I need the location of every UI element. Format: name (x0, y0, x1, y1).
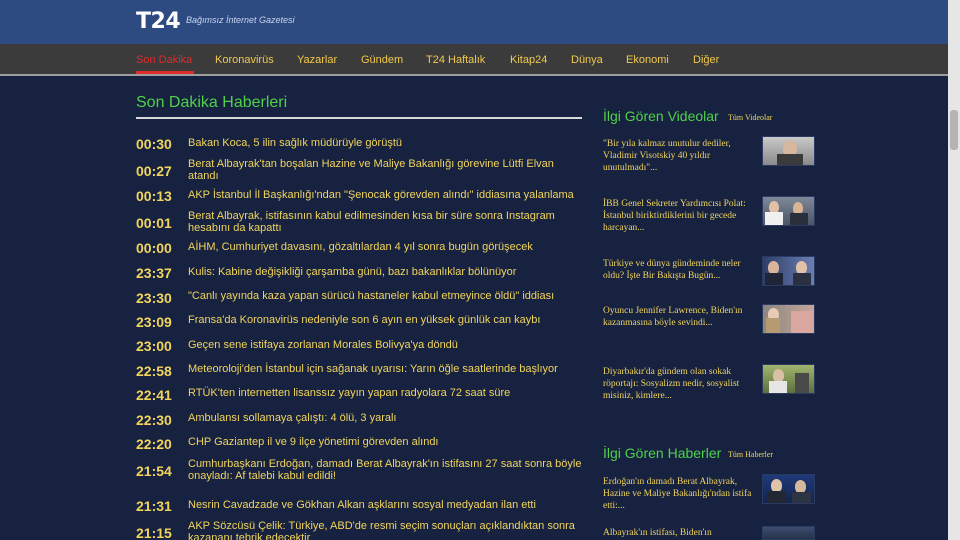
news-thumbnail[interactable] (762, 474, 815, 504)
video-item-text[interactable]: Oyuncu Jennifer Lawrence, Biden'ın kazan… (603, 305, 755, 329)
nav-item-yazarlar[interactable]: Yazarlar (297, 54, 337, 66)
video-thumbnail[interactable] (762, 136, 815, 166)
news-link[interactable]: Bakan Koca, 5 ilin sağlık müdürüyle görü… (188, 137, 582, 149)
nav-item-t24-haftalik[interactable]: T24 Haftalık (426, 54, 485, 66)
all-videos-link[interactable]: Tüm Videolar (728, 113, 772, 122)
news-thumbnail[interactable] (762, 526, 815, 540)
news-time: 00:30 (136, 136, 172, 152)
nav-item-gundem[interactable]: Gündem (361, 54, 403, 66)
site-header: T24 Bağımsız İnternet Gazetesi (0, 0, 948, 44)
breaking-news-title: Son Dakika Haberleri (136, 94, 288, 111)
nav-item-koronavirus[interactable]: Koronavirüs (215, 54, 274, 66)
title-divider (136, 117, 582, 119)
news-link[interactable]: RTÜK'ten internetten lisanssız yayın yap… (188, 387, 582, 399)
video-thumbnail[interactable] (762, 256, 815, 286)
news-link[interactable]: Geçen sene istifaya zorlanan Morales Bol… (188, 339, 582, 351)
news-link[interactable]: Cumhurbaşkanı Erdoğan, damadı Berat Alba… (188, 458, 582, 482)
video-item-text[interactable]: Diyarbakır'da gündem olan sokak röportaj… (603, 366, 755, 402)
nav-active-indicator (136, 71, 194, 74)
news-time: 21:54 (136, 463, 172, 479)
main-nav: Son Dakika Koronavirüs Yazarlar Gündem T… (0, 44, 948, 76)
news-link[interactable]: Ambulansı sollamaya çalıştı: 4 ölü, 3 ya… (188, 412, 582, 424)
nav-item-kitap24[interactable]: Kitap24 (510, 54, 547, 66)
news-time: 22:41 (136, 387, 172, 403)
nav-item-diger[interactable]: Diğer (693, 54, 719, 66)
news-link[interactable]: AİHM, Cumhuriyet davasını, gözaltılardan… (188, 241, 582, 253)
news-link[interactable]: AKP İstanbul İl Başkanlığı'ndan "Şenocak… (188, 189, 582, 201)
news-time: 23:37 (136, 265, 172, 281)
scrollbar-thumb[interactable] (950, 110, 958, 150)
site-logo[interactable]: T24 (136, 9, 181, 34)
news-time: 22:58 (136, 363, 172, 379)
all-news-link[interactable]: Tüm Haberler (728, 450, 773, 459)
news-link[interactable]: Nesrin Cavadzade ve Gökhan Alkan aşkları… (188, 499, 582, 511)
news-time: 00:13 (136, 188, 172, 204)
popular-news-title: İlgi Gören Haberler (603, 445, 722, 461)
news-link[interactable]: Berat Albayrak, istifasının kabul edilme… (188, 210, 582, 234)
video-item-text[interactable]: Türkiye ve dünya gündeminde neler oldu? … (603, 258, 755, 282)
popular-news-item-text[interactable]: Erdoğan'ın damadı Berat Albayrak, Hazine… (603, 476, 755, 512)
news-time: 23:09 (136, 314, 172, 330)
video-item-text[interactable]: İBB Genel Sekreter Yardımcısı Polat: İst… (603, 198, 755, 234)
video-thumbnail[interactable] (762, 196, 815, 226)
news-link[interactable]: Berat Albayrak'tan boşalan Hazine ve Mal… (188, 158, 582, 182)
news-time: 00:00 (136, 240, 172, 256)
news-link[interactable]: Kulis: Kabine değişikliği çarşamba günü,… (188, 266, 582, 278)
popular-news-item-text[interactable]: Albayrak'ın istifası, Biden'ın (603, 527, 755, 539)
video-item-text[interactable]: "Bir yıla kalmaz unutulur dediler, Vladi… (603, 138, 755, 174)
news-time: 21:15 (136, 525, 172, 540)
news-time: 22:30 (136, 412, 172, 428)
page-scrollbar[interactable] (948, 0, 960, 540)
news-time: 00:27 (136, 163, 172, 179)
news-link[interactable]: "Canlı yayında kaza yapan sürücü hastane… (188, 290, 582, 302)
video-thumbnail[interactable] (762, 304, 815, 334)
video-thumbnail[interactable] (762, 364, 815, 394)
news-time: 23:30 (136, 290, 172, 306)
news-link[interactable]: AKP Sözcüsü Çelik: Türkiye, ABD'de resmi… (188, 520, 582, 540)
nav-item-ekonomi[interactable]: Ekonomi (626, 54, 669, 66)
site-tagline: Bağımsız İnternet Gazetesi (186, 15, 295, 25)
nav-item-son-dakika[interactable]: Son Dakika (136, 54, 192, 66)
nav-item-dunya[interactable]: Dünya (571, 54, 603, 66)
news-link[interactable]: Fransa'da Koronavirüs nedeniyle son 6 ay… (188, 314, 582, 326)
news-time: 22:20 (136, 436, 172, 452)
news-link[interactable]: Meteoroloji'den İstanbul için sağanak uy… (188, 363, 582, 375)
news-time: 21:31 (136, 498, 172, 514)
popular-videos-title: İlgi Gören Videolar (603, 108, 719, 124)
news-time: 00:01 (136, 215, 172, 231)
news-time: 23:00 (136, 338, 172, 354)
news-link[interactable]: CHP Gaziantep il ve 9 ilçe yönetimi göre… (188, 436, 582, 448)
